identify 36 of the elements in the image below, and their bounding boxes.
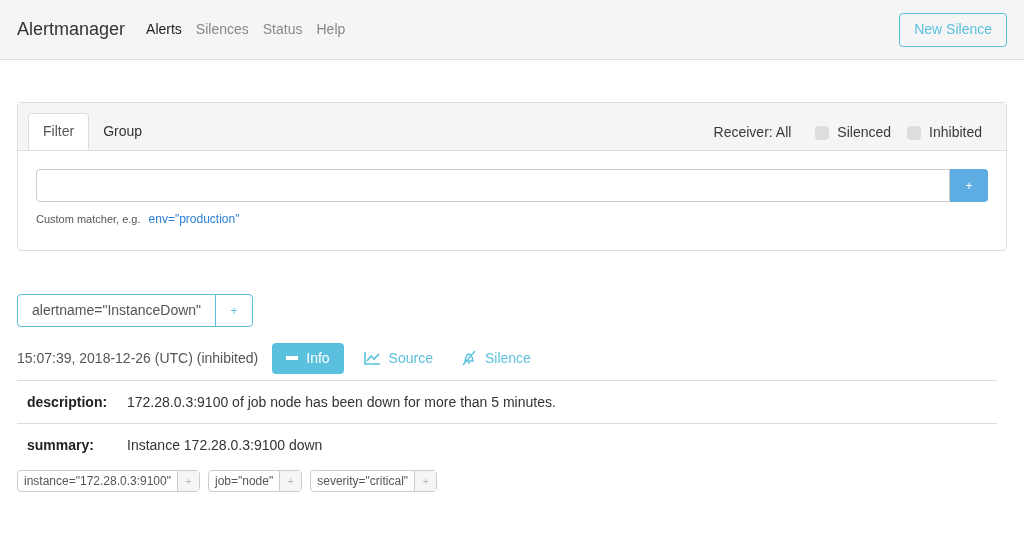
checkbox-label[interactable]: Inhibited <box>929 122 982 143</box>
checkbox-label[interactable]: Silenced <box>837 122 892 143</box>
chart-line-icon <box>363 351 381 365</box>
label-add-button[interactable]: + <box>414 471 437 491</box>
receiver-label[interactable]: Receiver: All <box>713 122 792 143</box>
label-tag: instance="172.28.0.3:9100" <box>18 471 177 491</box>
nav-link[interactable]: Alerts <box>146 19 182 40</box>
filter-input[interactable] <box>36 169 950 202</box>
add-filter-button[interactable]: + <box>950 169 988 202</box>
label-add-button[interactable]: + <box>177 471 199 491</box>
annotation-value: Instance 172.28.0.3:9100 down <box>127 435 323 455</box>
annotation-key: description: <box>27 391 127 413</box>
checkbox[interactable] <box>907 125 922 140</box>
label-tag: job="node" <box>209 471 280 491</box>
info-button[interactable]: Info <box>272 342 344 374</box>
annotation-value: 172.28.0.3:9100 of job node has been down for more than 5 minutes. <box>127 392 556 412</box>
bell-slash-icon <box>460 350 477 366</box>
silence-link[interactable]: Silence <box>460 347 531 369</box>
group-label: alertname="InstanceDown" <box>31 301 203 320</box>
example-link[interactable]: env="production" <box>148 210 240 228</box>
nav-link[interactable]: Help <box>316 19 346 40</box>
source-link[interactable]: Source <box>363 347 433 369</box>
hint-text: Custom matcher, e.g. <box>36 211 141 227</box>
label-add-button[interactable]: + <box>279 471 302 491</box>
nav-link[interactable]: Status <box>262 19 303 40</box>
annotation-key: summary: <box>27 434 127 456</box>
checkbox[interactable] <box>815 125 830 140</box>
alert-time: 15:07:39, 2018-12-26 (UTC) (inhibited) <box>17 348 259 368</box>
filter-tab[interactable]: Filter <box>28 113 90 150</box>
nav-link[interactable]: Silences <box>195 19 249 40</box>
filter-tab[interactable]: Group <box>89 113 157 150</box>
minus-icon <box>286 356 299 360</box>
group-add-button[interactable]: + <box>215 295 253 326</box>
label-tag: severity="critical" <box>311 471 415 491</box>
brand-title[interactable]: Alertmanager <box>17 16 126 43</box>
new-silence-button[interactable]: New Silence <box>899 12 1007 47</box>
